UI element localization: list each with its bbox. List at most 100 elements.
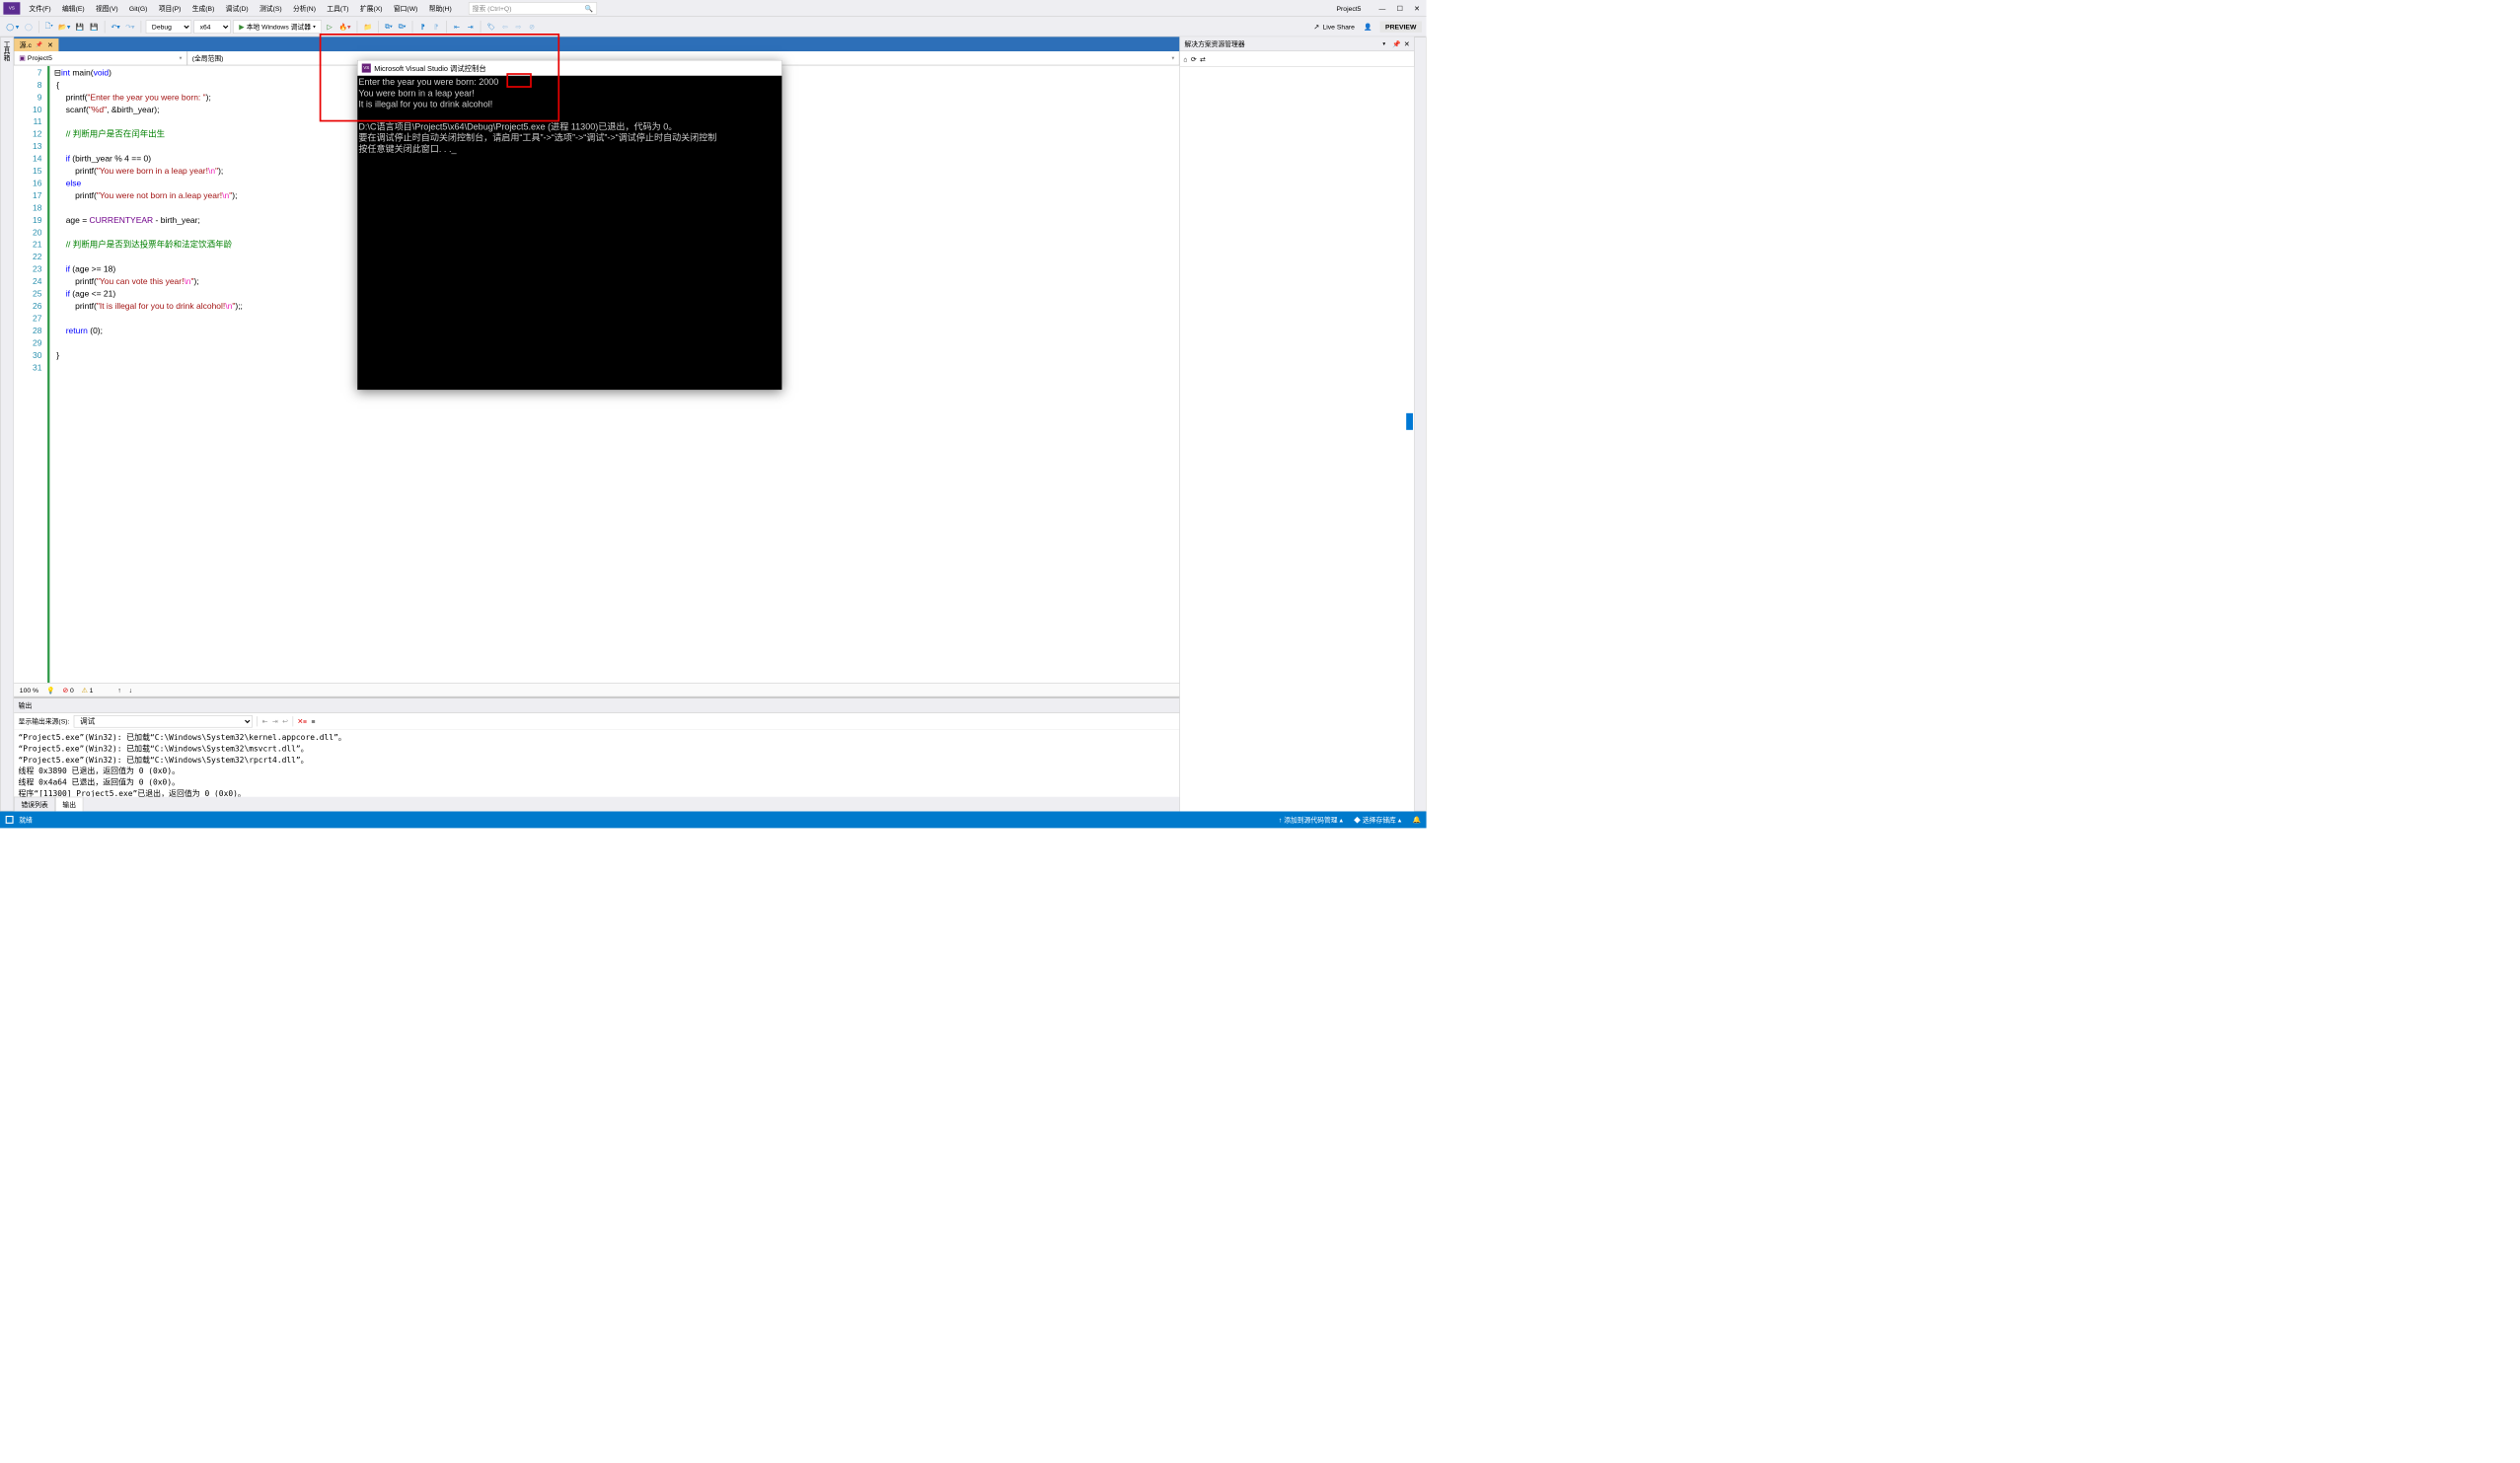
zoom-label[interactable]: 100 % <box>20 686 38 694</box>
scroll-marker <box>1406 413 1413 430</box>
tab-label: 源.c <box>20 40 32 50</box>
platform-dropdown[interactable]: x64 <box>193 20 230 34</box>
menu-item[interactable]: 编辑(E) <box>56 0 90 17</box>
run-no-debug-button[interactable]: ▷ <box>324 21 334 33</box>
uncomment-button[interactable]: ⁋ <box>430 21 441 33</box>
clear-output-icon[interactable]: ✕≡ <box>297 717 307 725</box>
folder-button[interactable]: 📁 <box>362 21 374 33</box>
save-all-button[interactable]: 💾 <box>88 21 100 33</box>
home-icon[interactable]: ⌂ <box>1183 55 1187 63</box>
redo-button[interactable]: ↷▾ <box>124 21 136 33</box>
nav-up-icon[interactable]: ↑ <box>117 686 120 694</box>
search-placeholder: 搜索 (Ctrl+Q) <box>473 3 512 13</box>
play-icon: ▶ <box>239 23 244 31</box>
menu-item[interactable]: 扩展(X) <box>354 0 388 17</box>
ready-label: 就绪 <box>19 815 33 825</box>
nav-down-icon[interactable]: ↓ <box>129 686 132 694</box>
line-gutter: 7891011121314151617181920212223242526272… <box>14 66 49 683</box>
menu-item[interactable]: 帮助(H) <box>423 0 457 17</box>
solution-explorer: 解决方案资源管理器 ▾ 📌 ✕ ⌂ ⟳ ⇄ <box>1179 37 1414 811</box>
account-icon[interactable]: 👤 <box>1364 23 1371 31</box>
tab-error-list[interactable]: 错误列表 <box>14 797 55 812</box>
lightbulb-icon[interactable]: 💡 <box>46 686 54 694</box>
comment-button[interactable]: ⁋ <box>417 21 428 33</box>
layout-button[interactable]: ⧉▾ <box>383 21 394 33</box>
bm-next-button[interactable]: ⇨ <box>513 21 524 33</box>
console-body: Enter the year you were born: 2000 You w… <box>357 76 781 157</box>
layout2-button[interactable]: ⧉▾ <box>397 21 408 33</box>
menu-item[interactable]: 调试(D) <box>220 0 254 17</box>
titlebar: VS 文件(F)编辑(E)视图(V)Git(G)项目(P)生成(B)调试(D)测… <box>0 0 1427 17</box>
search-icon: 🔍 <box>584 4 592 12</box>
project-icon: ▣ <box>19 54 25 62</box>
menu-item[interactable]: 工具(T) <box>322 0 355 17</box>
console-title: Microsoft Visual Studio 调试控制台 <box>374 62 486 73</box>
menu-item[interactable]: 项目(P) <box>153 0 186 17</box>
output-body[interactable]: “Project5.exe”(Win32): 已加载“C:\Windows\Sy… <box>14 730 1179 797</box>
hot-reload-button[interactable]: 🔥▾ <box>337 21 352 33</box>
console-titlebar[interactable]: VS Microsoft Visual Studio 调试控制台 <box>357 60 781 76</box>
notifications-icon[interactable]: 🔔 <box>1412 816 1420 824</box>
menu-item[interactable]: 窗口(W) <box>388 0 423 17</box>
warning-icon: ⚠ <box>82 686 88 694</box>
open-file-button[interactable]: 📂▾ <box>57 21 72 33</box>
scope-project-dropdown[interactable]: ▣ Project5 <box>14 51 186 65</box>
project-name: Project5 <box>1325 4 1372 12</box>
live-share-button[interactable]: Live Share <box>1322 23 1354 31</box>
output-header: 输出 <box>14 698 1179 713</box>
bm-prev-button[interactable]: ⇦ <box>499 21 510 33</box>
new-file-button[interactable]: 🗋▾ <box>43 21 54 33</box>
config-dropdown[interactable]: Debug <box>146 20 191 34</box>
editor-statusbar: 100 % 💡 ⊘ 0 ⚠ 1 ↑ ↓ <box>14 683 1179 696</box>
close-icon[interactable]: ✕ <box>1404 39 1410 47</box>
indent-button[interactable]: ⇥ <box>465 21 476 33</box>
pin-icon[interactable]: 📌 <box>1392 39 1400 47</box>
output-panel: 输出 显示输出来源(S): 调试 ⇤ ⇥ ↩ ✕≡ ≡ “Project5.ex… <box>14 696 1179 797</box>
save-button[interactable]: 💾 <box>74 21 86 33</box>
select-repo[interactable]: 选择存储库 <box>1363 816 1396 824</box>
menu-item[interactable]: 视图(V) <box>90 0 123 17</box>
output-source-dropdown[interactable]: 调试 <box>74 715 253 727</box>
word-wrap-icon[interactable]: ↩ <box>282 717 288 725</box>
nav-fwd-button[interactable]: ◯ <box>23 21 34 33</box>
dropdown-icon[interactable]: ▾ <box>1382 40 1385 46</box>
preview-badge: PREVIEW <box>1379 21 1422 32</box>
editor-tabstrip: 源.c 📌 ✕ <box>14 37 1179 51</box>
close-icon[interactable]: ✕ <box>1414 4 1420 12</box>
outdent-button[interactable]: ⇤ <box>451 21 462 33</box>
toggle-output-icon[interactable]: ≡ <box>312 717 316 725</box>
menu-item[interactable]: Git(G) <box>123 0 153 17</box>
maximize-icon[interactable]: ☐ <box>1397 4 1403 12</box>
vs-icon: VS <box>362 63 371 72</box>
tab-close-icon[interactable]: ✕ <box>47 41 53 49</box>
right-side-tab[interactable] <box>1414 37 1426 811</box>
menu-item[interactable]: 测试(S) <box>254 0 287 17</box>
run-button[interactable]: ▶ 本地 Windows 调试器 ▾ <box>233 20 322 34</box>
menu-item[interactable]: 生成(B) <box>186 0 220 17</box>
vs-logo-icon: VS <box>3 2 20 14</box>
nav-back-button[interactable]: ◯ ▾ <box>5 21 21 33</box>
minimize-icon[interactable]: — <box>1379 4 1386 12</box>
solution-explorer-title: 解决方案资源管理器 <box>1184 39 1379 49</box>
bm-clear-button[interactable]: ⊘ <box>526 21 537 33</box>
sync-icon[interactable]: ⇄ <box>1200 55 1206 63</box>
refresh-icon[interactable]: ⟳ <box>1191 55 1197 63</box>
pin-icon[interactable]: 📌 <box>36 41 42 47</box>
indent-more-icon[interactable]: ⇥ <box>272 717 278 725</box>
error-icon: ⊘ <box>62 686 68 694</box>
menu-item[interactable]: 分析(N) <box>287 0 321 17</box>
undo-button[interactable]: ↶▾ <box>110 21 121 33</box>
app-statusbar: 就绪 ↑ 添加到源代码管理 ▴ ◆ 选择存储库 ▴ 🔔 <box>0 811 1427 828</box>
tab-output[interactable]: 输出 <box>55 797 83 812</box>
bookmark-button[interactable]: 🏷 <box>485 21 497 33</box>
toolbox-side-tab[interactable]: 工具箱 <box>0 37 14 811</box>
toolbar: ◯ ▾ ◯ 🗋▾ 📂▾ 💾 💾 ↶▾ ↷▾ Debug x64 ▶ 本地 Win… <box>0 17 1427 37</box>
debug-console-window[interactable]: VS Microsoft Visual Studio 调试控制台 Enter t… <box>357 60 781 390</box>
indent-less-icon[interactable]: ⇤ <box>262 717 268 725</box>
search-box[interactable]: 搜索 (Ctrl+Q) 🔍 <box>469 2 597 14</box>
ready-icon <box>6 816 14 824</box>
add-source-control[interactable]: 添加到源代码管理 <box>1284 816 1337 824</box>
menu-item[interactable]: 文件(F) <box>24 0 57 17</box>
output-source-label: 显示输出来源(S): <box>19 716 70 726</box>
editor-tab[interactable]: 源.c 📌 ✕ <box>14 38 58 51</box>
